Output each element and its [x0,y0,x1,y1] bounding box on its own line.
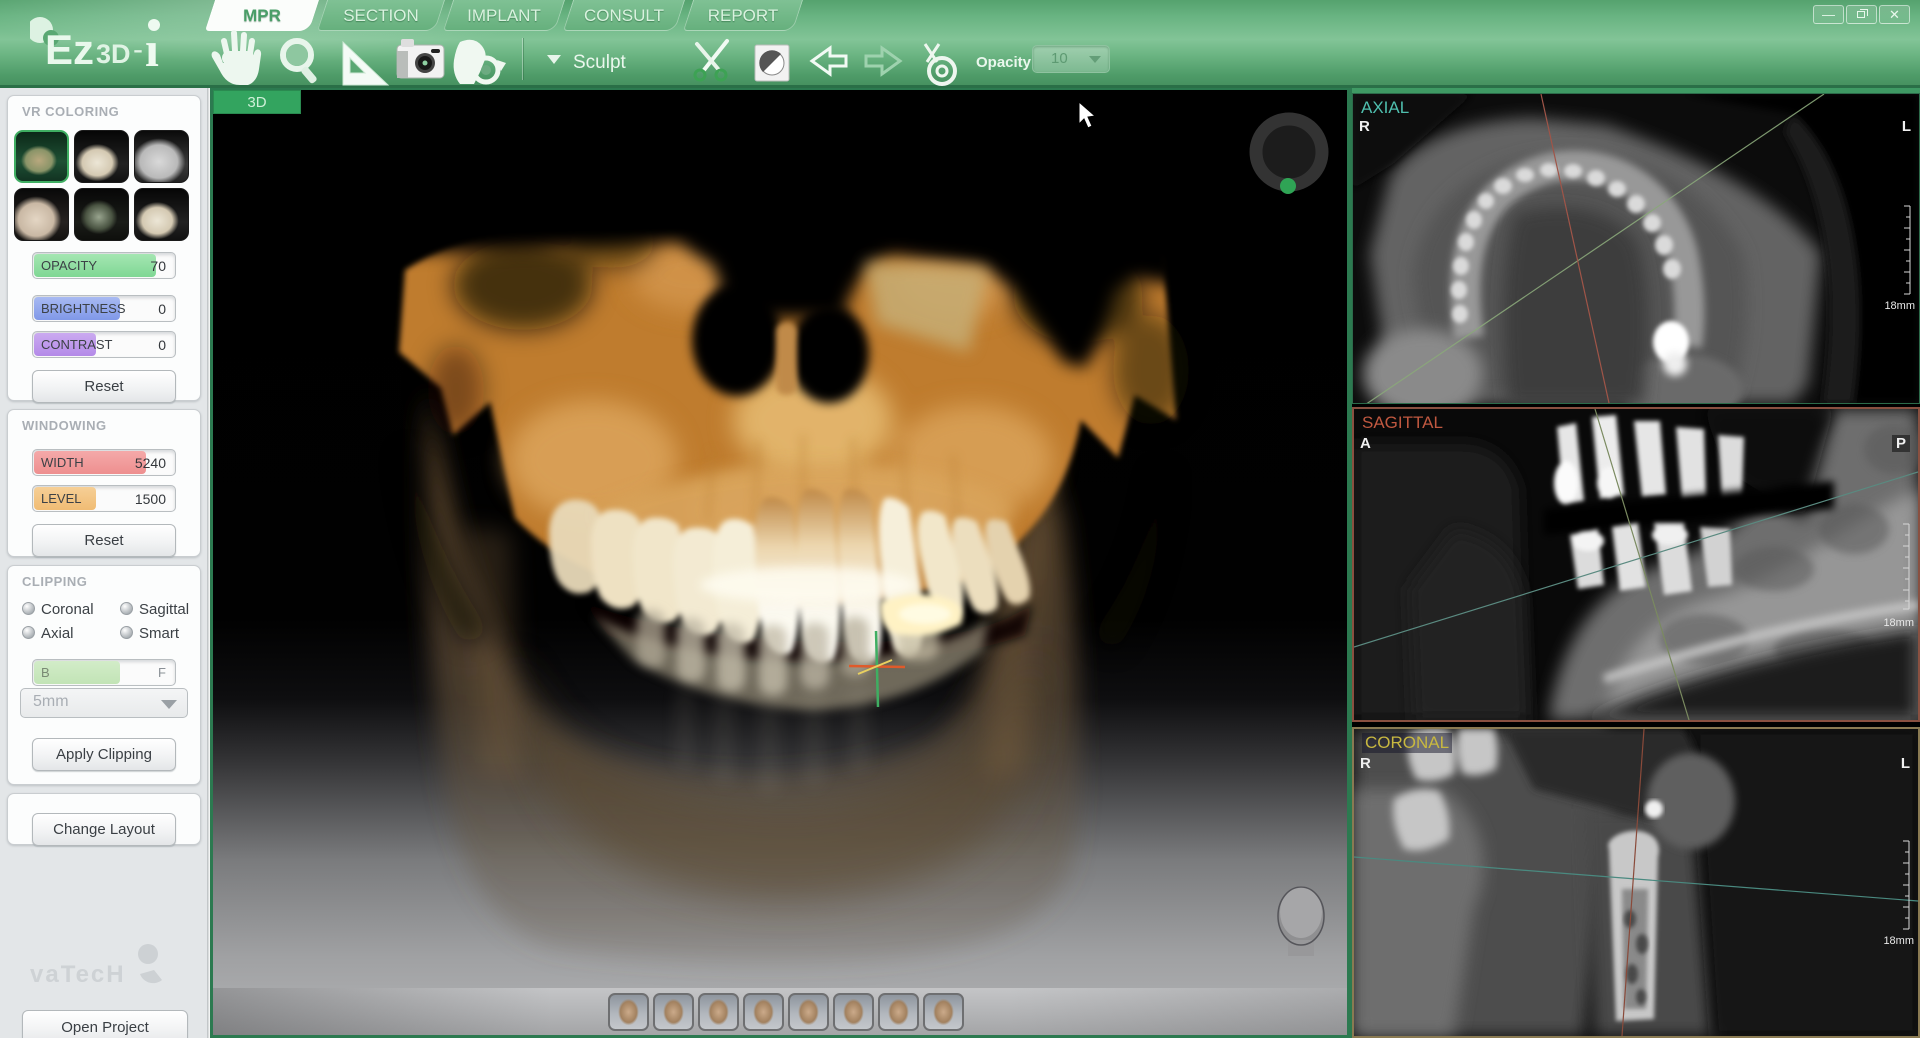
svg-text:vaTecH: vaTecH [30,961,126,988]
svg-text:Sculpt: Sculpt [573,52,627,73]
svg-text:Opacity: Opacity [976,54,1032,71]
